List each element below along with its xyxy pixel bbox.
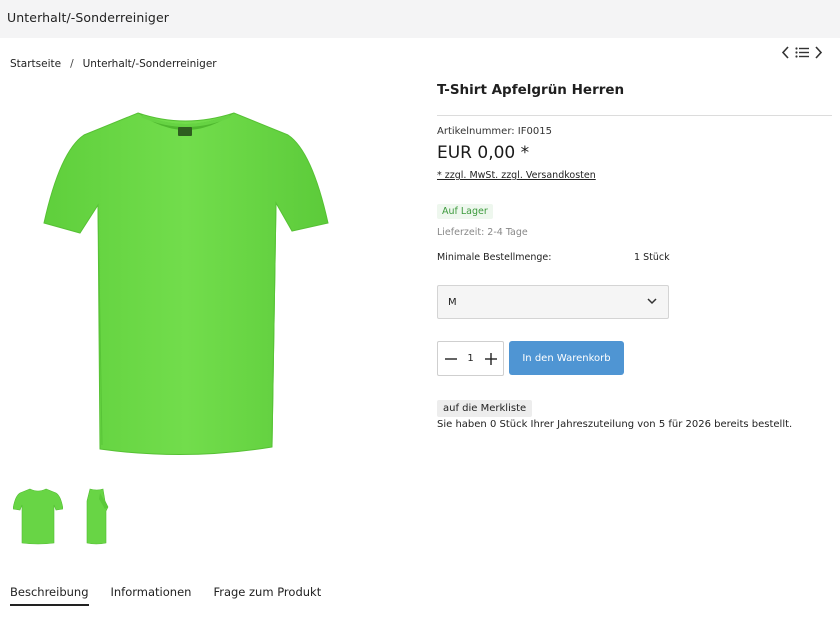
size-select-value: M bbox=[448, 296, 457, 308]
breadcrumb-home-link[interactable]: Startseite bbox=[10, 58, 61, 70]
plus-icon[interactable] bbox=[483, 351, 498, 366]
page-header-title: Unterhalt/-Sonderreiniger bbox=[7, 10, 169, 25]
product-main-image[interactable] bbox=[40, 105, 332, 460]
chevron-down-icon bbox=[647, 297, 657, 308]
product-sku: Artikelnummer: IF0015 bbox=[437, 126, 552, 137]
product-navigation bbox=[781, 46, 823, 59]
tab-beschreibung[interactable]: Beschreibung bbox=[10, 585, 89, 606]
breadcrumb-separator: / bbox=[70, 58, 74, 70]
chevron-left-icon[interactable] bbox=[781, 46, 790, 59]
size-select[interactable]: M bbox=[437, 285, 669, 319]
thumbnail-side[interactable] bbox=[72, 487, 122, 545]
tab-frage-zum-produkt[interactable]: Frage zum Produkt bbox=[213, 585, 321, 606]
product-price: EUR 0,00 * bbox=[437, 143, 530, 163]
delivery-time: Lieferzeit: 2-4 Tage bbox=[437, 227, 528, 238]
breadcrumb-category-link[interactable]: Unterhalt/-Sonderreiniger bbox=[83, 58, 217, 70]
product-title: T-Shirt Apfelgrün Herren bbox=[437, 82, 625, 98]
min-order-value: 1 Stück bbox=[634, 252, 670, 263]
quantity-stepper[interactable]: 1 bbox=[437, 341, 504, 376]
tab-informationen[interactable]: Informationen bbox=[111, 585, 192, 606]
list-icon[interactable] bbox=[795, 47, 809, 58]
minus-icon[interactable] bbox=[443, 351, 458, 366]
breadcrumb: Startseite / Unterhalt/-Sonderreiniger bbox=[10, 58, 217, 70]
tax-shipping-link[interactable]: * zzgl. MwSt. zzgl. Versandkosten bbox=[437, 170, 596, 181]
thumbnail-front[interactable] bbox=[12, 487, 64, 545]
add-to-wishlist-button[interactable]: auf die Merkliste bbox=[437, 400, 533, 417]
min-order-label: Minimale Bestellmenge: bbox=[437, 252, 552, 263]
top-bar: Unterhalt/-Sonderreiniger bbox=[0, 0, 840, 38]
add-to-cart-button[interactable]: In den Warenkorb bbox=[509, 341, 624, 375]
allocation-note: Sie haben 0 Stück Ihrer Jahreszuteilung … bbox=[437, 419, 793, 430]
quantity-value[interactable]: 1 bbox=[467, 353, 473, 364]
stock-status-badge: Auf Lager bbox=[437, 204, 493, 219]
product-tabs: Beschreibung Informationen Frage zum Pro… bbox=[10, 585, 343, 606]
title-divider bbox=[437, 115, 832, 116]
chevron-right-icon[interactable] bbox=[814, 46, 823, 59]
